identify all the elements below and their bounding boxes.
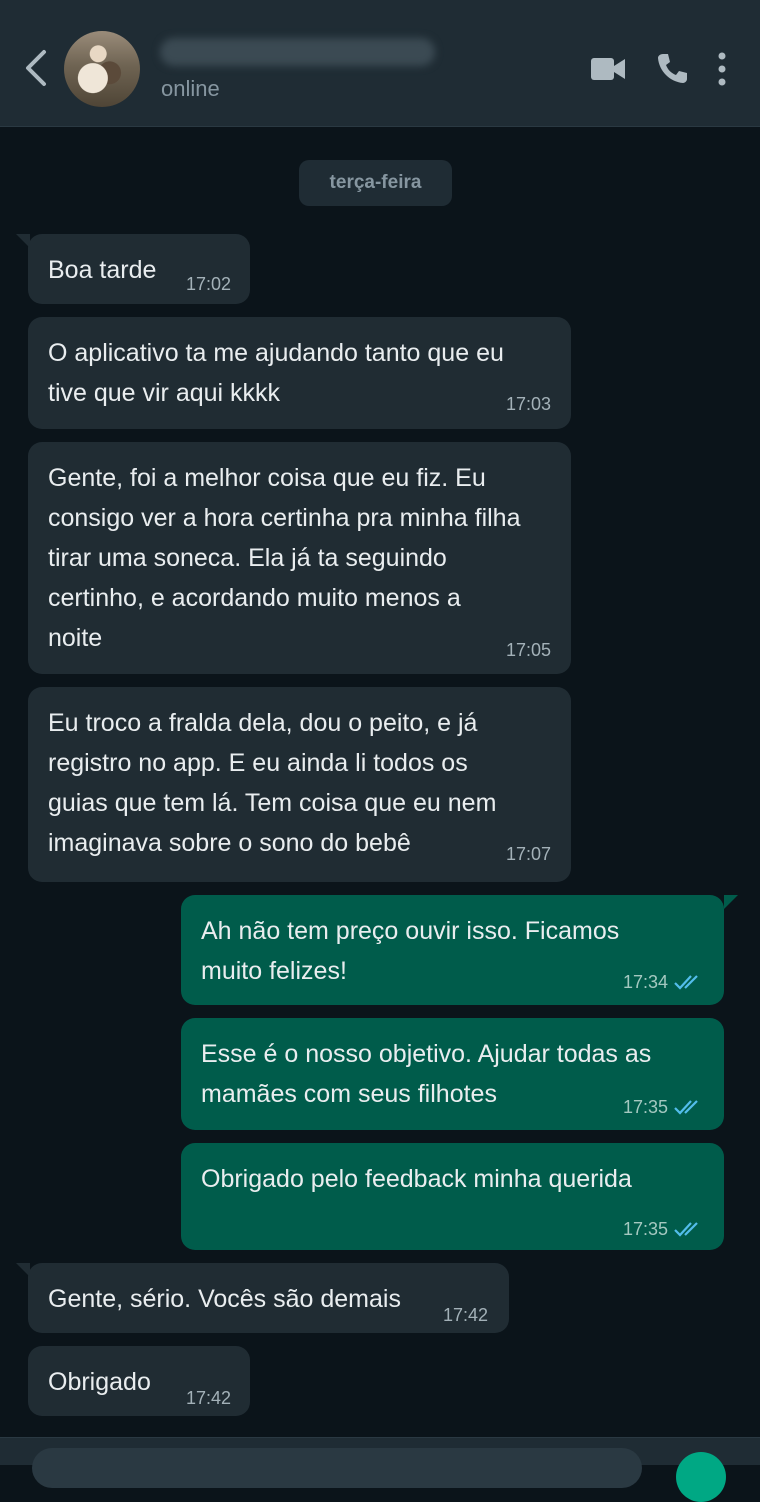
- message-time: 17:35: [623, 1219, 669, 1239]
- incoming-message[interactable]: Eu troco a fralda dela, dou o peito, e j…: [28, 687, 571, 882]
- message-text: Gente, foi a melhor coisa que eu fiz. Eu…: [48, 464, 521, 652]
- message-list[interactable]: terça-feira Boa tarde 17:02 O aplicativo…: [0, 127, 760, 1437]
- date-separator: terça-feira: [299, 160, 452, 206]
- message-text: Eu troco a fralda dela, dou o peito, e j…: [48, 709, 497, 857]
- incoming-message[interactable]: O aplicativo ta me ajudando tanto que eu…: [28, 317, 571, 429]
- message-text: Obrigado: [48, 1368, 151, 1396]
- outgoing-message[interactable]: Esse é o nosso objetivo. Ajudar todas as…: [181, 1018, 724, 1130]
- read-receipt-icon: [674, 1100, 698, 1115]
- message-text: Boa tarde: [48, 256, 157, 284]
- message-time: 17:42: [186, 1388, 232, 1408]
- back-arrow-icon[interactable]: [20, 46, 50, 90]
- read-receipt-icon: [674, 1222, 698, 1237]
- outgoing-message[interactable]: Obrigado pelo feedback minha querida 17:…: [181, 1143, 724, 1250]
- message-text: Gente, sério. Vocês são demais: [48, 1285, 401, 1313]
- bubble-tail: [16, 234, 30, 248]
- read-receipt-icon: [674, 975, 698, 990]
- message-text: O aplicativo ta me ajudando tanto que eu…: [48, 339, 504, 407]
- message-time: 17:35: [623, 1097, 669, 1117]
- incoming-message[interactable]: Boa tarde 17:02: [16, 234, 250, 304]
- message-text: Obrigado pelo feedback minha querida: [201, 1165, 632, 1193]
- message-input[interactable]: [32, 1448, 642, 1488]
- message-time: 17:34: [623, 972, 669, 992]
- avatar[interactable]: [64, 31, 140, 107]
- more-options-icon[interactable]: [714, 52, 730, 86]
- contact-status: online: [161, 76, 220, 101]
- message-time: 17:07: [506, 844, 552, 864]
- message-time: 17:05: [506, 640, 552, 660]
- chat-header: online: [0, 0, 760, 127]
- incoming-message[interactable]: Obrigado 17:42: [28, 1346, 250, 1416]
- incoming-message[interactable]: Gente, sério. Vocês são demais 17:42: [16, 1263, 509, 1333]
- outgoing-message[interactable]: Ah não tem preço ouvir isso. Ficamos mui…: [181, 895, 738, 1005]
- video-call-icon[interactable]: [590, 56, 626, 82]
- bubble-tail: [16, 1263, 30, 1277]
- message-time: 17:03: [506, 394, 552, 414]
- bubble-tail: [724, 895, 738, 909]
- incoming-message[interactable]: Gente, foi a melhor coisa que eu fiz. Eu…: [28, 442, 571, 674]
- message-time: 17:42: [443, 1305, 489, 1325]
- mic-button[interactable]: [676, 1452, 726, 1502]
- message-text: Ah não tem preço ouvir isso. Ficamos mui…: [201, 917, 620, 985]
- composer-bar: [0, 1437, 760, 1502]
- message-time: 17:02: [186, 274, 232, 294]
- contact-name-redacted[interactable]: [160, 38, 435, 66]
- voice-call-icon[interactable]: [656, 52, 688, 84]
- message-text: Esse é o nosso objetivo. Ajudar todas as…: [201, 1040, 652, 1108]
